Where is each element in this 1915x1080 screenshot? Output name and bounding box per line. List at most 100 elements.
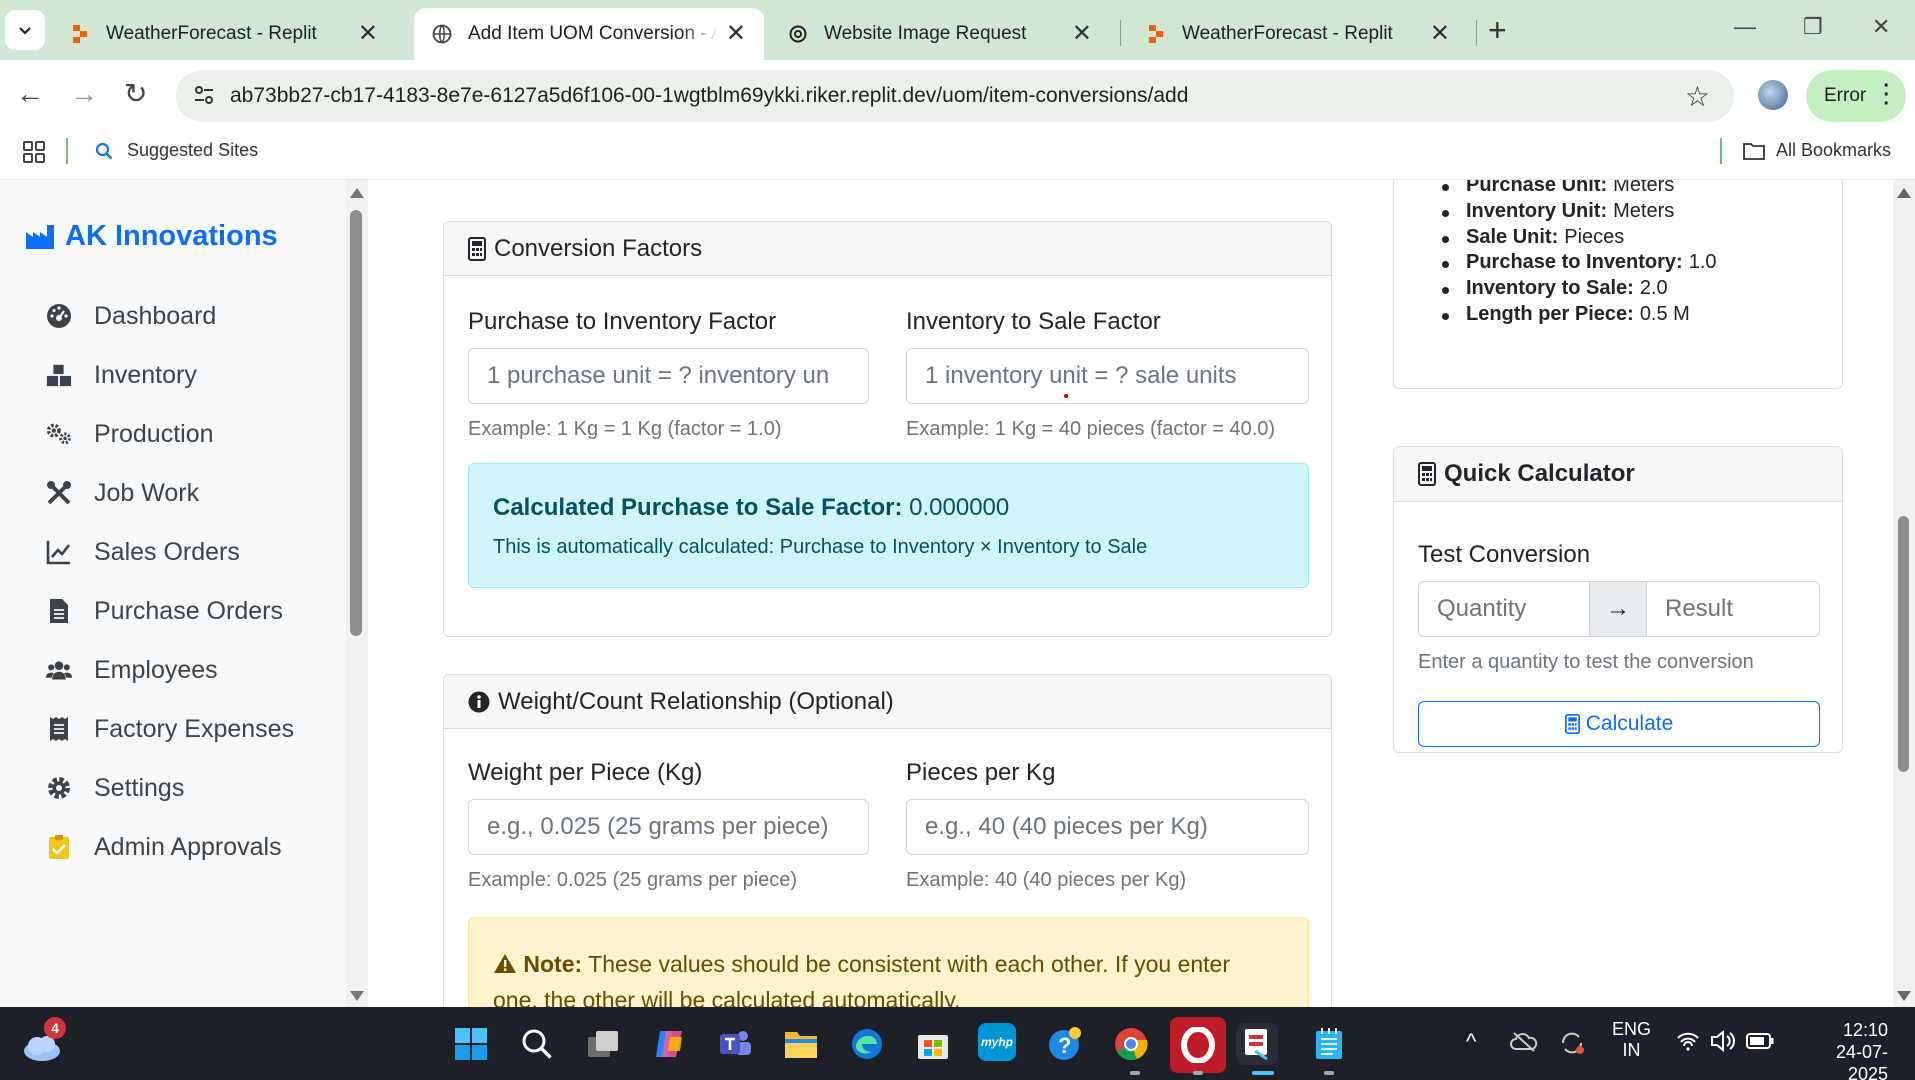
- browser-tab-bar: WeatherForecast - Replit ✕ Add Item UOM …: [0, 0, 1915, 60]
- sidebar-item-admin-approvals[interactable]: Admin Approvals: [46, 827, 282, 867]
- reload-icon[interactable]: ↻: [124, 78, 147, 110]
- scroll-down-arrow-icon[interactable]: [1897, 991, 1911, 1001]
- wifi-icon[interactable]: [1676, 1031, 1700, 1056]
- microsoft-store-icon[interactable]: [912, 1023, 954, 1065]
- clock[interactable]: 12:10 24-07-2025: [1796, 1019, 1888, 1080]
- sidebar-item-inventory[interactable]: Inventory: [46, 355, 197, 395]
- copilot-icon[interactable]: [648, 1023, 690, 1065]
- bullet: [1442, 210, 1449, 217]
- example-item: Length per Piece: 0.5 M: [1442, 303, 1690, 326]
- edge-icon[interactable]: [846, 1023, 888, 1065]
- site-settings-icon[interactable]: [192, 83, 216, 112]
- volume-icon[interactable]: [1710, 1029, 1736, 1058]
- task-view-icon[interactable]: [582, 1023, 624, 1065]
- back-arrow-icon[interactable]: ←: [16, 78, 44, 110]
- apps-grid-icon[interactable]: [22, 140, 46, 169]
- weight-per-piece-input[interactable]: e.g., 0.025 (25 grams per piece): [468, 799, 869, 855]
- example-value: Meters: [1613, 200, 1675, 222]
- sidebar-item-sales-orders[interactable]: Sales Orders: [46, 532, 240, 572]
- i2s-factor-input[interactable]: 1 inventory unit = ? sale units: [906, 348, 1309, 404]
- close-tab-icon[interactable]: ✕: [726, 22, 746, 46]
- sidebar-item-production[interactable]: Production: [46, 414, 214, 454]
- error-label: Error: [1824, 85, 1867, 106]
- scroll-up-arrow-icon[interactable]: [1897, 188, 1911, 198]
- help-icon[interactable]: ?: [1044, 1023, 1086, 1065]
- sidebar-item-dashboard[interactable]: Dashboard: [46, 296, 216, 336]
- suggested-sites-label: Suggested Sites: [127, 140, 259, 160]
- close-tab-icon[interactable]: ✕: [1072, 22, 1092, 46]
- error-button[interactable]: Error · · ·: [1806, 70, 1906, 122]
- conversion-factors-card: Conversion Factors Purchase to Inventory…: [443, 221, 1332, 637]
- brand-name: AK Innovations: [65, 220, 278, 252]
- p2i-factor-input[interactable]: 1 purchase unit = ? inventory un: [468, 348, 869, 404]
- file-explorer-icon[interactable]: [780, 1023, 822, 1065]
- sidebar-item-purchase-orders[interactable]: Purchase Orders: [46, 591, 283, 631]
- bookmarks-bar: Suggested Sites All Bookmarks: [0, 130, 1915, 180]
- sidebar-item-settings[interactable]: Settings: [46, 768, 184, 808]
- tab-search-button[interactable]: [5, 10, 45, 50]
- snipping-tool-icon[interactable]: [1236, 1023, 1278, 1065]
- tab-website-image-request[interactable]: Website Image Request ✕: [770, 8, 1110, 60]
- note-text: Note: These values should be consistent …: [493, 946, 1293, 1007]
- quantity-input[interactable]: Quantity: [1418, 581, 1590, 637]
- bookmark-star-icon[interactable]: ☆: [1685, 80, 1710, 113]
- weight-per-piece-label: Weight per Piece (Kg): [468, 759, 703, 786]
- sidebar-item-job-work[interactable]: Job Work: [46, 473, 199, 513]
- region-label: IN: [1622, 1040, 1641, 1060]
- sidebar-item-label: Dashboard: [94, 301, 217, 330]
- close-tab-icon[interactable]: ✕: [358, 22, 378, 46]
- opera-icon[interactable]: [1170, 1017, 1226, 1073]
- sidebar-item-employees[interactable]: Employees: [46, 650, 218, 690]
- new-tab-plus-icon[interactable]: +: [1488, 13, 1507, 47]
- close-window-icon[interactable]: ✕: [1872, 14, 1890, 40]
- suggested-sites-link[interactable]: Suggested Sites: [95, 140, 258, 161]
- scroll-down-arrow-icon[interactable]: [350, 991, 364, 1001]
- card-title: Conversion Factors: [494, 234, 703, 262]
- result-output[interactable]: Result: [1646, 581, 1820, 637]
- tray-chevron-up-icon[interactable]: ^: [1466, 1029, 1476, 1055]
- windows-start-icon[interactable]: [450, 1023, 492, 1065]
- brand-link[interactable]: AK Innovations: [25, 220, 278, 253]
- sidebar-item-factory-expenses[interactable]: Factory Expenses: [46, 709, 294, 749]
- notepad-icon[interactable]: [1308, 1023, 1350, 1065]
- forward-arrow-icon[interactable]: →: [70, 78, 98, 110]
- battery-icon[interactable]: [1746, 1033, 1774, 1054]
- calc-note: This is automatically calculated: Purcha…: [493, 536, 1148, 558]
- tab-weatherforecast-1[interactable]: WeatherForecast - Replit ✕: [52, 8, 396, 60]
- weather-widget-icon[interactable]: 4: [20, 1017, 66, 1067]
- restore-icon[interactable]: ❐: [1803, 14, 1823, 40]
- close-tab-icon[interactable]: ✕: [1430, 22, 1450, 46]
- teams-icon[interactable]: [714, 1023, 756, 1065]
- bullet: [1442, 261, 1449, 268]
- example-value: Pieces: [1564, 226, 1625, 248]
- tab-weatherforecast-2[interactable]: WeatherForecast - Replit ✕: [1128, 8, 1468, 60]
- tools-icon: [46, 480, 72, 506]
- industry-icon: [26, 224, 54, 249]
- pieces-per-kg-input[interactable]: e.g., 40 (40 pieces per Kg): [906, 799, 1309, 855]
- address-bar[interactable]: ab73bb27-cb17-4183-8e7e-6127a5d6f106-00-…: [176, 70, 1734, 122]
- example-key: Sale Unit:: [1466, 226, 1559, 248]
- profile-avatar[interactable]: [1758, 80, 1788, 110]
- onedrive-offline-icon[interactable]: [1510, 1031, 1538, 1058]
- chrome-icon[interactable]: [1110, 1023, 1152, 1065]
- card-title: Quick Calculator: [1444, 460, 1635, 487]
- minimize-icon[interactable]: ―: [1734, 14, 1756, 40]
- myhp-icon[interactable]: myhp: [978, 1023, 1016, 1061]
- language-indicator[interactable]: ENG IN: [1612, 1019, 1651, 1061]
- sync-icon[interactable]: [1558, 1029, 1586, 1062]
- running-indicator: [1193, 1071, 1203, 1075]
- card-header: Weight/Count Relationship (Optional): [444, 675, 1331, 729]
- search-icon[interactable]: [516, 1023, 558, 1065]
- sidebar-scrollbar-thumb[interactable]: [350, 210, 362, 636]
- gear-icon: [46, 775, 72, 801]
- scroll-up-arrow-icon[interactable]: [350, 188, 364, 198]
- sidebar-scrollbar[interactable]: [346, 180, 368, 1007]
- calculate-button[interactable]: Calculate: [1418, 701, 1820, 747]
- page-scrollbar-thumb[interactable]: [1898, 516, 1909, 772]
- all-bookmarks-link[interactable]: All Bookmarks: [1742, 140, 1891, 161]
- page-scrollbar[interactable]: [1893, 180, 1915, 1007]
- tab-add-item-uom-conversion[interactable]: Add Item UOM Conversion - AK ✕: [414, 8, 764, 60]
- dashboard-gauge-icon: [46, 303, 72, 329]
- url-text[interactable]: ab73bb27-cb17-4183-8e7e-6127a5d6f106-00-…: [230, 84, 1188, 108]
- document-icon: [46, 598, 72, 624]
